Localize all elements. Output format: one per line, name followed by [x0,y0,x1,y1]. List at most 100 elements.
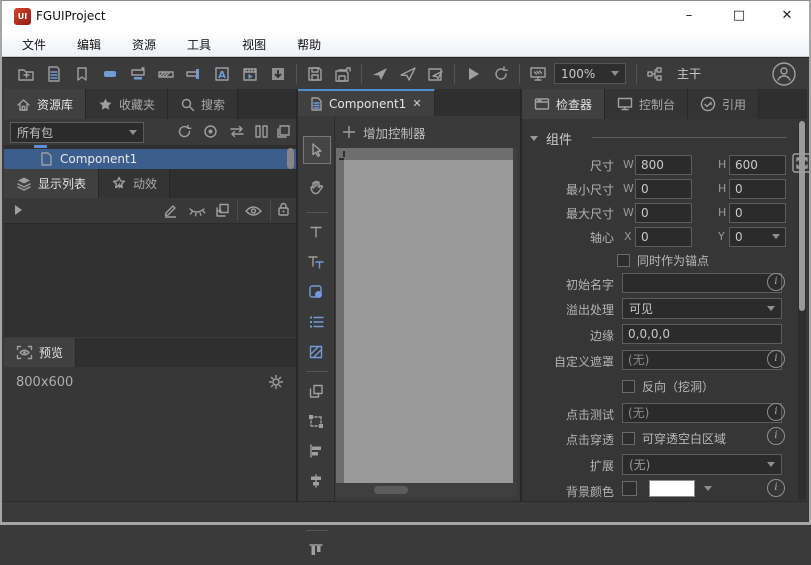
menu-resource[interactable]: 资源 [128,34,160,55]
graph-tool[interactable] [300,337,332,367]
add-controller-button[interactable]: 增加控制器 [342,121,426,143]
info-icon[interactable]: i [767,350,785,368]
new-component-icon[interactable] [40,63,68,85]
new-label-icon[interactable] [68,63,96,85]
component-section-header[interactable]: 组件 [530,129,572,148]
eye-closed-icon[interactable] [188,204,206,218]
locate-icon[interactable] [202,123,219,140]
tab-console[interactable]: 控制台 [605,89,688,119]
duplicate-icon[interactable] [214,202,231,219]
max-h-input[interactable] [729,203,786,223]
swap-icon[interactable] [228,123,246,140]
collapse-all-icon[interactable] [275,123,292,140]
tab-inspector[interactable]: 检查器 [522,89,605,119]
image-tool[interactable] [300,277,332,307]
info-icon[interactable]: i [767,479,785,497]
tree-scrollbar[interactable] [287,148,294,169]
reverse-checkbox[interactable] [622,380,635,393]
new-slider-icon[interactable] [180,63,208,85]
click-through-checkbox-row[interactable]: 可穿透空白区域 [622,430,726,447]
inspector-scrollbar[interactable] [799,121,805,311]
refresh-icon[interactable] [176,123,193,140]
tab-close-icon[interactable]: ✕ [412,97,421,110]
inspector-scroll-track[interactable] [798,121,806,500]
bg-color-checkbox[interactable] [622,481,637,496]
restart-icon[interactable] [487,63,515,85]
branch-name[interactable]: 主干 [677,65,701,82]
pivot-preset-dropdown-icon[interactable] [772,234,780,239]
expand-tree-icon[interactable] [12,203,24,217]
tab-search[interactable]: 搜索 [168,89,238,119]
display-list-content[interactable] [4,224,296,337]
min-h-input[interactable] [729,179,786,199]
list-tool[interactable] [300,307,332,337]
canvas-viewport[interactable] [336,148,517,497]
tab-library[interactable]: 资源库 [4,89,86,119]
import-resources-icon[interactable] [264,63,292,85]
branch-icon[interactable] [641,63,669,85]
canvas-component-area[interactable] [344,160,513,483]
reverse-checkbox-row[interactable]: 反向（挖洞） [622,378,714,395]
overflow-select[interactable]: 可见 [622,298,782,319]
canvas-hscrollbar[interactable] [374,486,408,494]
fullscreen-size-icon[interactable] [770,153,790,173]
gear-icon[interactable] [267,373,285,391]
avatar[interactable] [771,61,797,87]
bg-color-swatch[interactable] [649,480,695,497]
select-tool[interactable] [303,136,331,164]
new-combobox-icon[interactable] [124,63,152,85]
initial-name-input[interactable] [622,273,782,293]
eye-icon[interactable] [244,204,263,218]
emulator-icon[interactable] [524,63,552,85]
hit-test-input[interactable] [622,403,782,423]
component-tool[interactable] [300,376,332,406]
new-progressbar-icon[interactable] [152,63,180,85]
maximize-button[interactable]: □ [724,6,754,26]
size-w-input[interactable] [635,155,692,175]
menu-view[interactable]: 视图 [238,34,270,55]
align-top-tool[interactable] [300,535,332,565]
text-tool[interactable] [300,217,332,247]
menu-edit[interactable]: 编辑 [73,34,105,55]
minimize-button[interactable]: – [674,6,704,26]
tab-preview[interactable]: 预览 [4,338,76,367]
margin-input[interactable] [622,324,782,344]
transform-tool[interactable] [300,406,332,436]
lock-icon[interactable] [276,201,291,218]
richtext-tool[interactable] [300,247,332,277]
tab-reference[interactable]: 引用 [688,89,759,119]
zoom-select[interactable]: 100% [554,63,626,84]
package-filter-select[interactable]: 所有包 [10,122,144,143]
new-text-icon[interactable]: A [208,63,236,85]
click-through-checkbox[interactable] [622,432,635,445]
menu-file[interactable]: 文件 [18,34,50,55]
info-icon[interactable]: i [767,427,785,445]
publish-settings-icon[interactable] [422,63,450,85]
hand-tool[interactable] [300,172,332,202]
bg-color-dropdown-icon[interactable] [704,486,712,491]
save-all-icon[interactable] [329,63,357,85]
publish-icon[interactable] [366,63,394,85]
columns-icon[interactable] [253,123,269,140]
align-left-tool[interactable] [300,436,332,466]
align-center-tool[interactable] [300,466,332,496]
anchor-checkbox-row[interactable]: 同时作为锚点 [617,252,709,269]
tab-display-list[interactable]: 显示列表 [4,169,99,198]
custom-mask-input[interactable] [622,350,782,370]
new-package-icon[interactable] [12,63,40,85]
info-icon[interactable]: i [767,273,785,291]
save-icon[interactable] [301,63,329,85]
edit-pencil-icon[interactable] [162,202,179,219]
tab-transitions[interactable]: 动效 [99,169,170,198]
max-w-input[interactable] [635,203,692,223]
pivot-x-input[interactable] [635,227,692,247]
min-w-input[interactable] [635,179,692,199]
new-movieclip-icon[interactable] [236,63,264,85]
anchor-checkbox[interactable] [617,254,630,267]
menu-help[interactable]: 帮助 [293,34,325,55]
tree-item-selected[interactable]: Component1 [4,149,296,169]
menu-tools[interactable]: 工具 [183,34,215,55]
new-button-icon[interactable] [96,63,124,85]
close-button[interactable]: ✕ [772,6,802,26]
tab-favorites[interactable]: 收藏夹 [86,89,168,119]
